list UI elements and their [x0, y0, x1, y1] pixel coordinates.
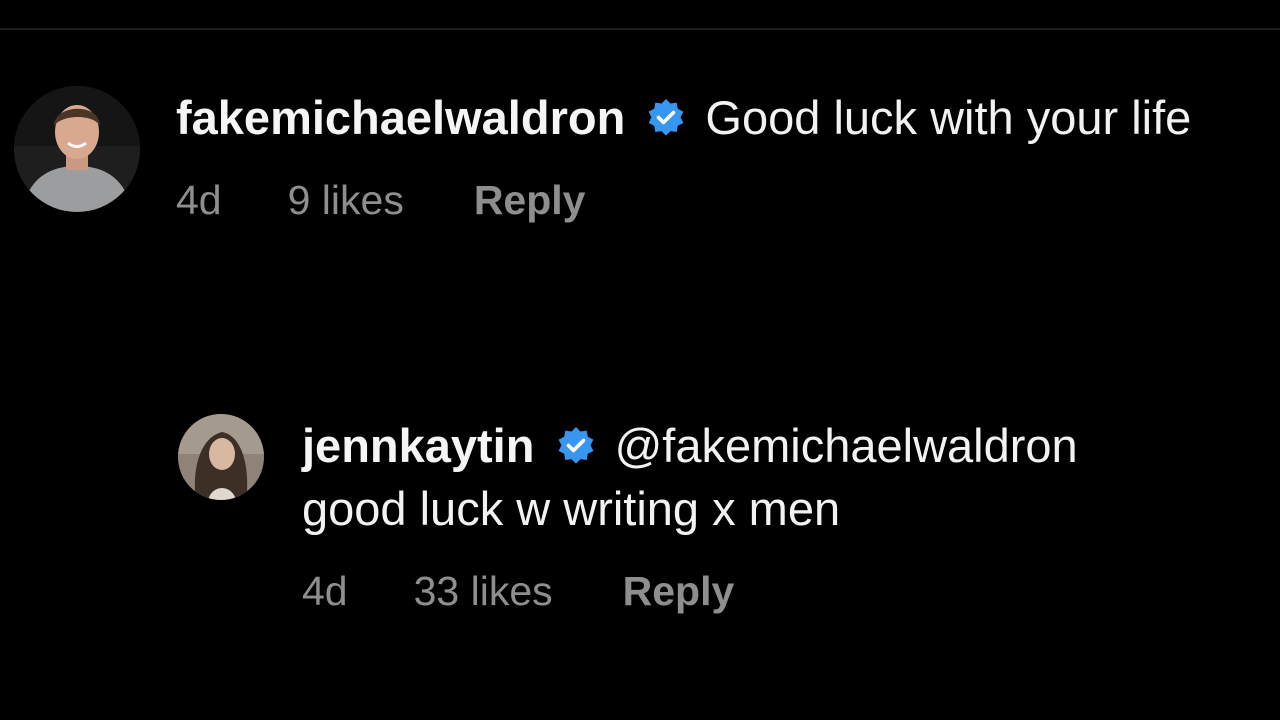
likes-count[interactable]: 33 likes	[414, 566, 553, 616]
comment-text: Good luck with your life	[705, 91, 1192, 144]
comment-meta: 4d 33 likes Reply	[302, 566, 1262, 616]
verified-badge-icon	[558, 427, 593, 464]
comment-text-line: jennkaytin @fakemichaelwaldron good luck…	[302, 414, 1262, 540]
avatar[interactable]	[14, 86, 140, 212]
avatar-photo	[14, 86, 140, 212]
comment-text: good luck w writing x men	[302, 482, 841, 535]
likes-count[interactable]: 9 likes	[288, 175, 404, 225]
mention-link[interactable]: @fakemichaelwaldron	[615, 419, 1078, 472]
comment-meta: 4d 9 likes Reply	[176, 175, 1226, 225]
top-divider	[0, 28, 1280, 30]
reply-button[interactable]: Reply	[474, 175, 586, 225]
timestamp: 4d	[176, 177, 222, 223]
reply-button[interactable]: Reply	[623, 566, 735, 616]
username-link[interactable]: fakemichaelwaldron	[176, 91, 625, 144]
comment-body: fakemichaelwaldron Good luck with your l…	[176, 86, 1226, 225]
username-link[interactable]: jennkaytin	[302, 419, 534, 472]
avatar-photo	[178, 414, 264, 500]
avatar[interactable]	[178, 414, 264, 500]
verified-badge-icon	[648, 99, 684, 136]
comment-text-line: fakemichaelwaldron Good luck with your l…	[176, 86, 1226, 149]
comment-body: jennkaytin @fakemichaelwaldron good luck…	[302, 414, 1262, 616]
timestamp: 4d	[302, 568, 348, 614]
